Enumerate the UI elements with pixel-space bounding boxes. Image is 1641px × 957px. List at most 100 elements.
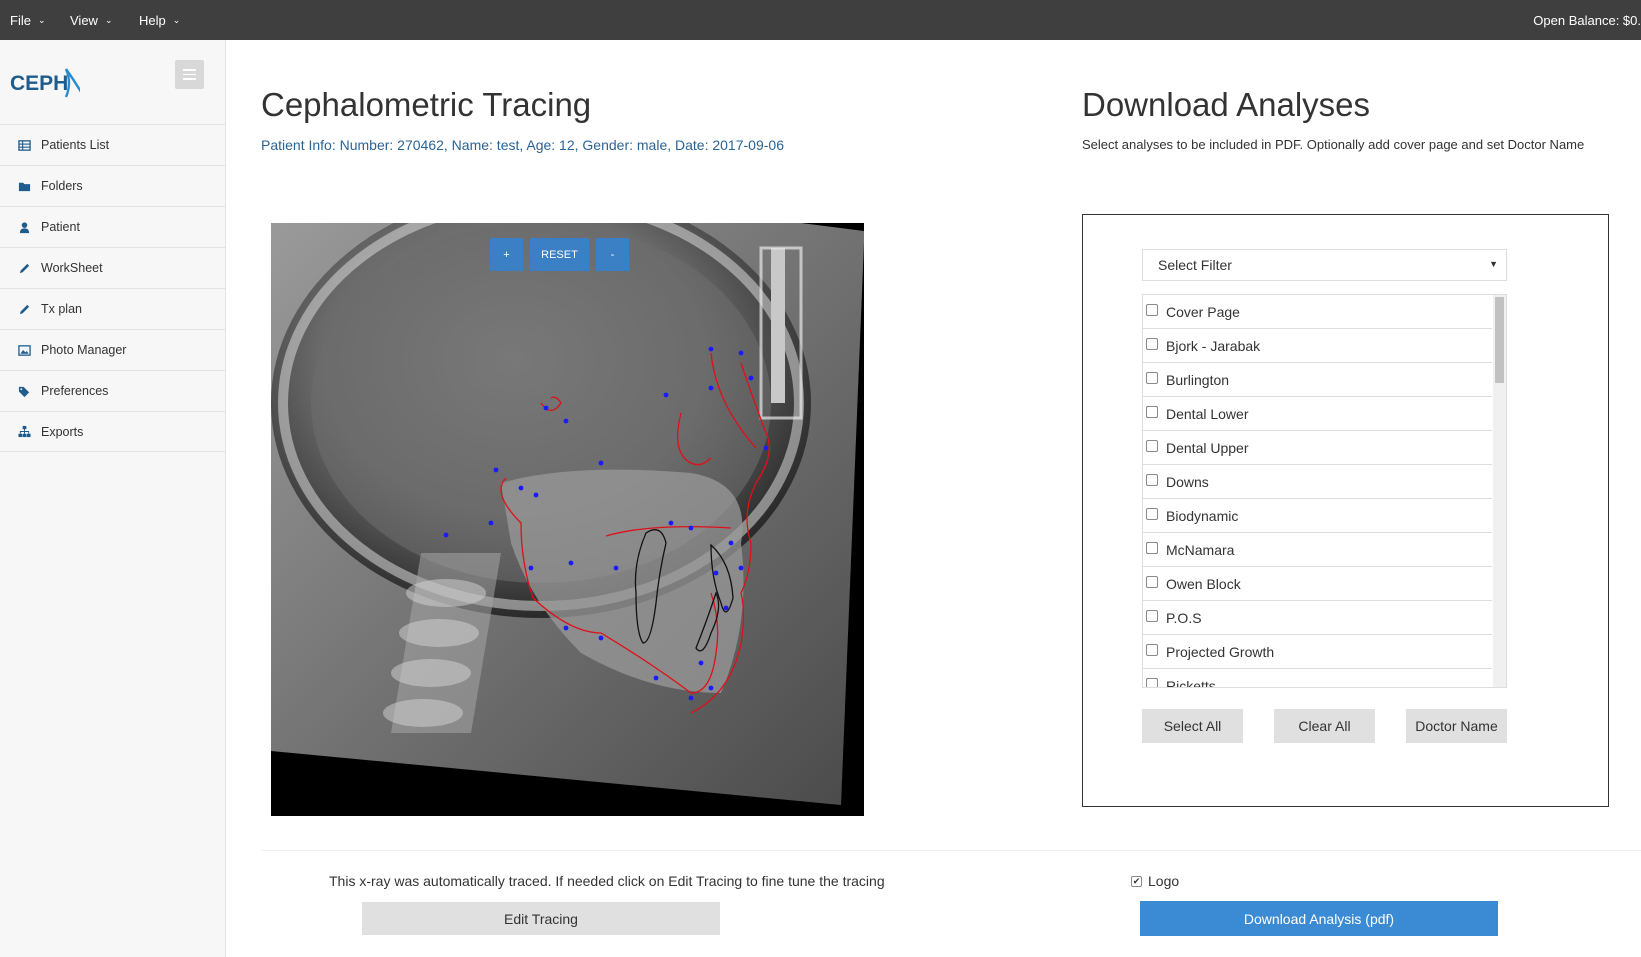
- image-icon: [17, 343, 31, 357]
- analyses-title: Download Analyses: [1082, 86, 1371, 123]
- list-item-owen-block[interactable]: Owen Block: [1143, 567, 1492, 601]
- analyses-panel: Select Filter ▼ Cover Page Bjork - Jarab…: [1082, 214, 1609, 807]
- sidebar-item-patient[interactable]: Patient: [0, 206, 226, 247]
- sidebar-item-preferences[interactable]: Preferences: [0, 370, 226, 411]
- sidebar-item-label: Patient: [41, 220, 80, 234]
- filter-select[interactable]: Select Filter ▼: [1142, 249, 1507, 281]
- sidebar-item-patients-list[interactable]: Patients List: [0, 124, 226, 165]
- chevron-down-icon: ⌄: [37, 14, 46, 25]
- list-item-projected-growth[interactable]: Projected Growth: [1143, 635, 1492, 669]
- list-item-label: McNamara: [1166, 541, 1235, 558]
- list-item-downs[interactable]: Downs: [1143, 465, 1492, 499]
- sitemap-icon: [17, 425, 31, 439]
- list-item-pos[interactable]: P.O.S: [1143, 601, 1492, 635]
- list-item-ricketts[interactable]: Ricketts: [1143, 669, 1492, 688]
- view-menu-label: View: [70, 12, 98, 28]
- list-item-label: Bjork - Jarabak: [1166, 337, 1261, 354]
- checkbox[interactable]: [1146, 576, 1158, 588]
- list-item-label: Owen Block: [1166, 575, 1241, 592]
- pencil-icon: [17, 261, 31, 275]
- list-item-dental-lower[interactable]: Dental Lower: [1143, 397, 1492, 431]
- logo-checkbox-label: Logo: [1148, 873, 1180, 889]
- checkbox[interactable]: [1146, 406, 1158, 418]
- select-all-button[interactable]: Select All: [1142, 709, 1243, 743]
- list-scrollbar[interactable]: [1493, 295, 1506, 687]
- list-item-mcnamara[interactable]: McNamara: [1143, 533, 1492, 567]
- folder-icon: [17, 179, 31, 193]
- divider: [261, 850, 1641, 851]
- sidebar-item-label: Patients List: [41, 138, 110, 152]
- reset-zoom-button[interactable]: RESET: [530, 238, 589, 271]
- list-item-label: Downs: [1166, 473, 1209, 490]
- table-icon: [17, 138, 31, 152]
- sidebar-item-folders[interactable]: Folders: [0, 165, 226, 206]
- sidebar-item-label: Exports: [41, 424, 84, 439]
- checkbox[interactable]: [1146, 372, 1158, 384]
- list-item-bjork-jarabak[interactable]: Bjork - Jarabak: [1143, 329, 1492, 363]
- sidebar-nav: Patients List Folders Patient WorkSheet …: [0, 124, 226, 452]
- analyses-list[interactable]: Cover Page Bjork - Jarabak Burlington De…: [1142, 294, 1507, 688]
- sidebar-item-label: Photo Manager: [41, 343, 127, 357]
- download-analysis-button[interactable]: Download Analysis (pdf): [1140, 901, 1498, 936]
- tags-icon: [17, 384, 31, 398]
- sidebar-item-exports[interactable]: Exports: [0, 411, 226, 452]
- top-menu-bar: File ⌄ View ⌄ Help ⌄ Open Balance: $0.: [0, 0, 1641, 40]
- sidebar-item-label: WorkSheet: [41, 261, 103, 275]
- filter-select-value: Select Filter: [1158, 257, 1232, 273]
- file-menu[interactable]: File ⌄: [10, 0, 46, 40]
- xray-image: [271, 223, 864, 816]
- caret-down-icon: ▼: [1489, 259, 1498, 269]
- scrollbar-thumb[interactable]: [1495, 297, 1504, 383]
- help-menu[interactable]: Help ⌄: [139, 0, 180, 40]
- list-item-label: P.O.S: [1166, 609, 1202, 626]
- logo-checkbox-row[interactable]: ✔ Logo: [1131, 873, 1179, 889]
- sidebar-item-tx-plan[interactable]: Tx plan: [0, 288, 226, 329]
- patient-info: Patient Info: Number: 270462, Name: test…: [261, 137, 784, 153]
- checkbox[interactable]: [1146, 508, 1158, 520]
- view-menu[interactable]: View ⌄: [70, 0, 113, 40]
- cephx-logo[interactable]: CEPH: [10, 66, 80, 100]
- list-item-dental-upper[interactable]: Dental Upper: [1143, 431, 1492, 465]
- auto-trace-note: This x-ray was automatically traced. If …: [329, 873, 885, 889]
- checkbox[interactable]: [1146, 474, 1158, 486]
- sidebar-toggle-button[interactable]: [175, 60, 204, 89]
- xray-viewer[interactable]: + RESET -: [271, 223, 864, 816]
- page-title: Cephalometric Tracing: [261, 86, 592, 123]
- sidebar-item-worksheet[interactable]: WorkSheet: [0, 247, 226, 288]
- help-menu-label: Help: [139, 12, 166, 28]
- list-item-label: Ricketts: [1166, 677, 1216, 688]
- list-item-label: Projected Growth: [1166, 643, 1275, 660]
- zoom-controls: + RESET -: [490, 238, 629, 271]
- sidebar-item-label: Folders: [41, 179, 83, 193]
- list-item-label: Biodynamic: [1166, 507, 1239, 524]
- checkbox[interactable]: [1146, 304, 1158, 316]
- chevron-down-icon: ⌄: [172, 14, 181, 25]
- list-item-label: Dental Lower: [1166, 405, 1249, 422]
- sidebar-item-photo-manager[interactable]: Photo Manager: [0, 329, 226, 370]
- pencil-icon: [17, 302, 31, 316]
- checkbox[interactable]: [1146, 440, 1158, 452]
- sidebar-item-label: Preferences: [41, 384, 109, 398]
- list-item-biodynamic[interactable]: Biodynamic: [1143, 499, 1492, 533]
- list-item-label: Burlington: [1166, 371, 1230, 388]
- doctor-name-button[interactable]: Doctor Name: [1406, 709, 1507, 743]
- list-item-label: Cover Page: [1166, 303, 1240, 320]
- file-menu-label: File: [10, 12, 31, 28]
- clear-all-button[interactable]: Clear All: [1274, 709, 1375, 743]
- checkbox[interactable]: [1146, 678, 1158, 687]
- checkbox[interactable]: [1146, 338, 1158, 350]
- list-item-label: Dental Upper: [1166, 439, 1249, 456]
- list-item-burlington[interactable]: Burlington: [1143, 363, 1492, 397]
- edit-tracing-button[interactable]: Edit Tracing: [362, 902, 720, 935]
- list-item-cover-page[interactable]: Cover Page: [1143, 295, 1492, 329]
- user-icon: [17, 220, 31, 234]
- open-balance: Open Balance: $0.: [1533, 12, 1641, 28]
- analyses-subtitle: Select analyses to be included in PDF. O…: [1082, 137, 1585, 152]
- checkbox[interactable]: [1146, 644, 1158, 656]
- zoom-in-button[interactable]: +: [490, 238, 523, 271]
- logo-checkbox[interactable]: ✔: [1131, 875, 1142, 887]
- checkbox[interactable]: [1146, 610, 1158, 622]
- zoom-out-button[interactable]: -: [596, 238, 629, 271]
- checkbox[interactable]: [1146, 542, 1158, 554]
- logo-text: CEPH: [10, 72, 68, 95]
